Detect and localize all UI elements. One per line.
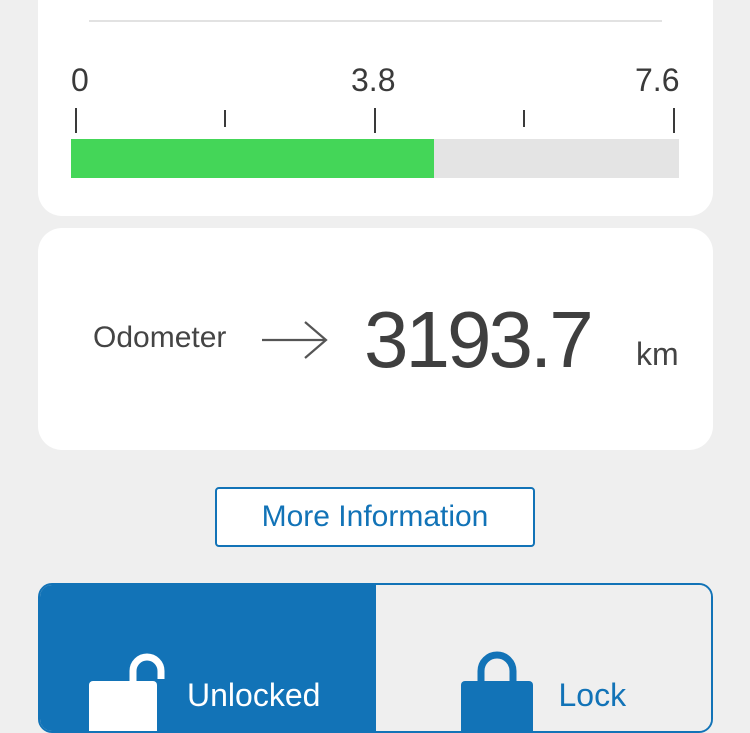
odometer-card: Odometer 3193.7 km: [38, 228, 713, 450]
gauge-bar-fill: [71, 139, 434, 178]
gauge-tick-minor: [523, 110, 525, 127]
divider: [89, 20, 662, 22]
locked-padlock-icon: [460, 651, 533, 731]
gauge-tick-major: [374, 108, 376, 133]
lock-segment[interactable]: Lock: [375, 585, 711, 731]
gauge-tick-minor: [224, 110, 226, 127]
gauge-mid-label: 3.8: [351, 62, 396, 98]
odometer-label: Odometer: [93, 321, 227, 354]
odometer-unit: km: [636, 336, 679, 372]
gauge-max-label: 7.6: [635, 62, 680, 98]
gauge-tick-major: [75, 108, 77, 133]
unlocked-label: Unlocked: [187, 677, 321, 713]
arrow-right-icon: [262, 321, 328, 359]
gauge-card: 0 3.8 7.6: [38, 0, 713, 216]
unlocked-padlock-icon: [89, 653, 165, 731]
gauge-min-label: 0: [71, 62, 89, 98]
gauge-bar-track: [71, 139, 679, 178]
lock-toggle: Unlocked Lock: [38, 583, 713, 733]
gauge-tick-major: [673, 108, 675, 133]
odometer-value: 3193.7: [364, 295, 594, 384]
unlocked-segment[interactable]: Unlocked: [40, 585, 376, 731]
lock-label: Lock: [558, 677, 627, 713]
more-information-button[interactable]: More Information: [215, 487, 535, 547]
